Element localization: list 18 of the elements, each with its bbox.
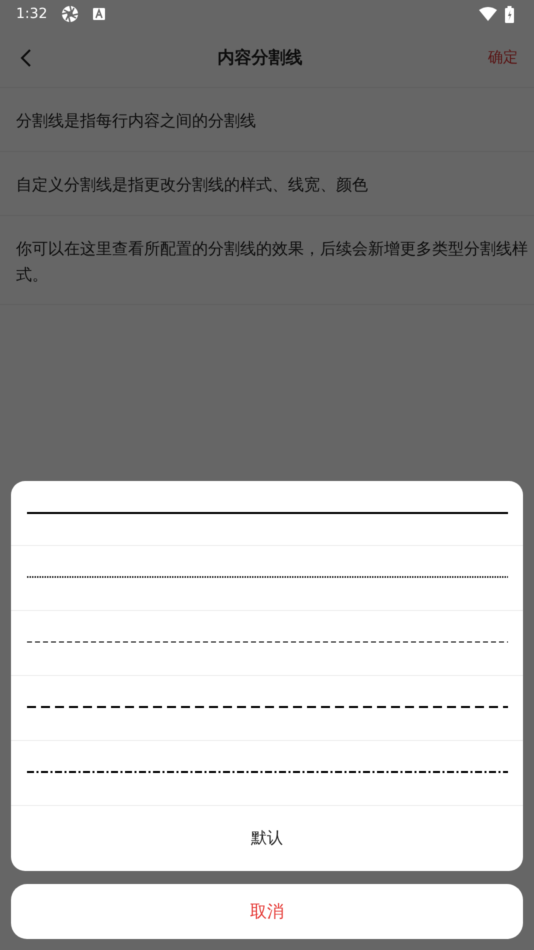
list-item-text: 你可以在这里查看所配置的分割线的效果，后续会新增更多类型分割线样式。 (16, 239, 528, 284)
cancel-button[interactable]: 取消 (11, 884, 523, 939)
default-option[interactable]: 默认 (11, 806, 523, 871)
long-dashed-line-option[interactable] (26, 705, 508, 709)
list-item-text: 分割线是指每行内容之间的分割线 (16, 111, 256, 130)
solid-line-option[interactable] (26, 511, 508, 515)
list-item-text: 自定义分割线是指更改分割线的样式、线宽、颜色 (16, 175, 368, 194)
page-title: 内容分割线 (216, 47, 304, 69)
battery-icon (505, 6, 514, 22)
status-time: 1:32 (16, 6, 48, 22)
dash-dot-line-option[interactable] (26, 770, 508, 774)
wifi-icon (479, 7, 497, 21)
confirm-button[interactable]: 确定 (488, 48, 518, 67)
aperture-icon (61, 5, 80, 23)
dashed-line-option[interactable] (26, 640, 508, 644)
back-icon[interactable] (20, 48, 32, 68)
text-a-icon (93, 8, 106, 20)
dotted-line-option[interactable] (26, 575, 508, 579)
